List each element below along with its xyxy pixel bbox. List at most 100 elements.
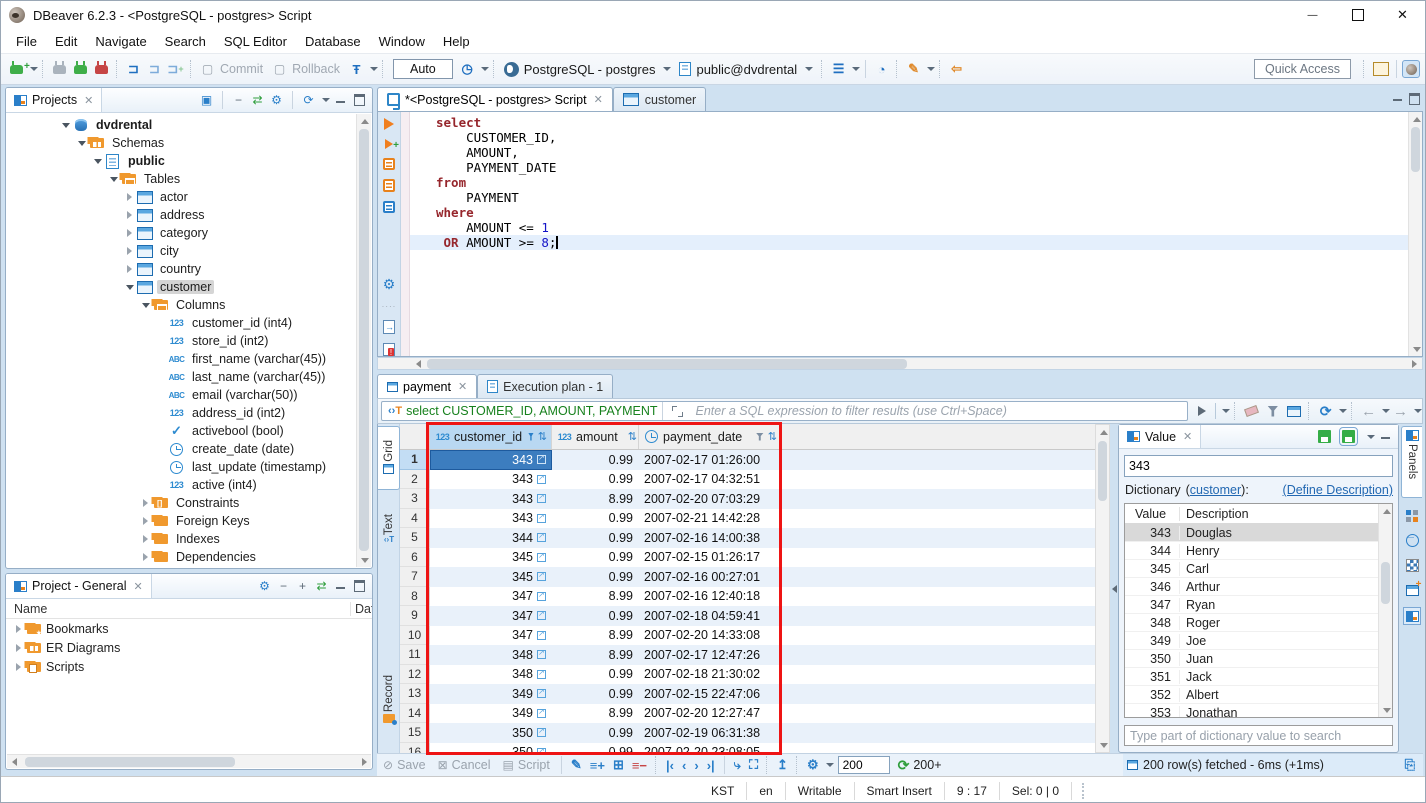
tree-item-address-id-int2-[interactable]: address_id (int2) (7, 404, 356, 422)
tree-item-email-varchar-50-[interactable]: email (varchar(50)) (7, 386, 356, 404)
open-perspective-icon[interactable] (1372, 61, 1389, 78)
metadata-panel-icon[interactable] (1404, 557, 1420, 573)
execute-script-icon[interactable] (383, 158, 395, 171)
row-number[interactable]: 15 (400, 723, 430, 743)
column-header-amount[interactable]: amount ⇅ (552, 424, 639, 449)
minimize-panel-icon[interactable] (332, 92, 349, 109)
dictionary-row[interactable]: 348 Roger (1125, 614, 1378, 632)
tab-payment[interactable]: payment ✕ (377, 374, 478, 398)
settings-dropdown-icon[interactable] (825, 763, 834, 767)
tree-expanded-icon[interactable] (75, 137, 88, 150)
cell-customer-id[interactable]: 343 (430, 509, 552, 529)
tab-value[interactable]: Value ✕ (1119, 425, 1202, 448)
foreign-key-link-icon[interactable] (537, 707, 546, 718)
commit-button[interactable]: Commit (220, 62, 263, 76)
minimize-value-panel-icon[interactable] (1377, 428, 1394, 445)
tab-customer[interactable]: customer (612, 87, 707, 111)
row-number[interactable]: 5 (400, 528, 430, 548)
transaction-log-dropdown-icon[interactable] (480, 67, 489, 71)
dictionary-row[interactable]: 351 Jack (1125, 668, 1378, 686)
project-item-bookmarks[interactable]: Bookmarks (6, 619, 372, 638)
dictionary-row[interactable]: 349 Joe (1125, 632, 1378, 650)
table-row[interactable]: 4 343 0.99 2007-02-21 14:42:28 (400, 508, 1095, 529)
tab-execution-plan[interactable]: Execution plan - 1 (477, 374, 614, 398)
cell-amount[interactable]: 0.99 (552, 723, 639, 743)
sort-icon[interactable]: ⇅ (768, 430, 777, 443)
tree-item-dependencies[interactable]: Dependencies (7, 548, 356, 566)
delete-row-icon[interactable]: ≡− (632, 758, 647, 773)
cell-customer-id[interactable]: 347 (430, 626, 552, 646)
cell-customer-id[interactable]: 348 (430, 645, 552, 665)
tree-item-customer[interactable]: customer (7, 278, 356, 296)
script-button[interactable]: ▤ Script (503, 758, 550, 772)
table-row[interactable]: 14 349 8.99 2007-02-20 12:27:47 (400, 703, 1095, 724)
cell-payment-date[interactable]: 2007-02-17 01:26:00 (639, 450, 782, 470)
cell-customer-id[interactable]: 349 (430, 704, 552, 724)
description-column-header[interactable]: Description (1180, 507, 1249, 521)
cell-payment-date[interactable]: 2007-02-20 12:27:47 (639, 704, 782, 724)
cell-amount[interactable]: 0.99 (552, 684, 639, 704)
foreign-key-link-icon[interactable] (537, 629, 546, 640)
maximize-panel-icon[interactable] (351, 578, 368, 595)
tree-collapsed-icon[interactable] (139, 551, 152, 564)
tree-item-dvdrental[interactable]: dvdrental (7, 116, 356, 134)
cell-customer-id[interactable]: 344 (430, 528, 552, 548)
fetch-more-icon[interactable]: ⟳ (898, 757, 910, 774)
export-data-icon[interactable]: ↥ (777, 757, 788, 773)
tree-item-city[interactable]: city (7, 242, 356, 260)
row-number[interactable]: 11 (400, 645, 430, 665)
table-row[interactable]: 5 344 0.99 2007-02-16 14:00:38 (400, 528, 1095, 548)
recent-sql-editor-icon[interactable]: ⊐ (146, 61, 163, 78)
script-error-icon[interactable] (383, 342, 395, 356)
refresh-results-icon[interactable]: ⟳ (1317, 403, 1334, 420)
expand-filter-icon[interactable] (671, 405, 684, 418)
scroll-right-icon[interactable] (357, 755, 371, 769)
grid-vscrollbar[interactable] (1095, 424, 1110, 753)
execute-new-tab-icon[interactable] (385, 139, 399, 151)
cell-payment-date[interactable]: 2007-02-18 21:30:02 (639, 665, 782, 685)
duplicate-row-icon[interactable]: ⊞ (613, 757, 624, 773)
value-panel-toggle-icon[interactable] (1403, 607, 1421, 625)
remove-filter-icon[interactable] (1264, 403, 1281, 420)
dictionary-table-link[interactable]: customer (1190, 483, 1241, 497)
row-number[interactable]: 2 (400, 469, 430, 489)
scroll-down-icon[interactable] (1379, 703, 1392, 717)
maximize-editor-icon[interactable] (1406, 90, 1423, 107)
connect-icon[interactable] (51, 60, 68, 78)
sort-icon[interactable]: ⇅ (628, 430, 637, 443)
minimize-panel-icon[interactable] (332, 578, 349, 595)
customize-filters-icon[interactable] (1285, 403, 1302, 420)
scroll-up-icon[interactable] (357, 114, 372, 128)
dictionary-row[interactable]: 344 Henry (1125, 542, 1378, 560)
cell-payment-date[interactable]: 2007-02-20 07:03:29 (639, 489, 782, 509)
tab-panels[interactable]: Panels (1401, 426, 1422, 498)
tree-expanded-icon[interactable] (107, 173, 120, 186)
tree-item-create-date-date-[interactable]: create_date (date) (7, 440, 356, 458)
cell-amount[interactable]: 0.99 (552, 567, 639, 587)
tree-expanded-icon[interactable] (91, 155, 104, 168)
maximize-panel-icon[interactable] (351, 92, 368, 109)
dictionary-row[interactable]: 346 Arthur (1125, 578, 1378, 596)
task-list-icon[interactable]: ☰ (830, 61, 847, 78)
cell-payment-date[interactable]: 2007-02-16 12:40:18 (639, 587, 782, 607)
cell-customer-id[interactable]: 350 (430, 743, 552, 753)
schema-selector[interactable]: public@dvdrental (675, 60, 817, 79)
project-item-scripts[interactable]: Scripts (6, 657, 372, 676)
fetch-size-input[interactable]: 200 (837, 756, 890, 774)
row-number[interactable]: 8 (400, 586, 430, 606)
export-result-icon[interactable] (383, 320, 395, 334)
cell-payment-date[interactable]: 2007-02-15 01:26:17 (639, 548, 782, 568)
brush-dropdown-icon[interactable] (927, 67, 936, 71)
back-dropdown-icon[interactable] (1382, 409, 1391, 413)
cell-amount[interactable]: 0.99 (552, 665, 639, 685)
tree-item-address[interactable]: address (7, 206, 356, 224)
cancel-button[interactable]: ⊠ Cancel (438, 758, 491, 772)
dictionary-row[interactable]: 350 Juan (1125, 650, 1378, 668)
tree-item-country[interactable]: country (7, 260, 356, 278)
cell-amount[interactable]: 8.99 (552, 626, 639, 646)
minimize-window-button[interactable] (1290, 1, 1335, 29)
cell-amount[interactable]: 0.99 (552, 450, 639, 470)
transaction-mode-dropdown-icon[interactable] (370, 67, 378, 71)
last-page-icon[interactable]: ›| (707, 758, 715, 773)
forward-dropdown-icon[interactable] (1413, 409, 1422, 413)
